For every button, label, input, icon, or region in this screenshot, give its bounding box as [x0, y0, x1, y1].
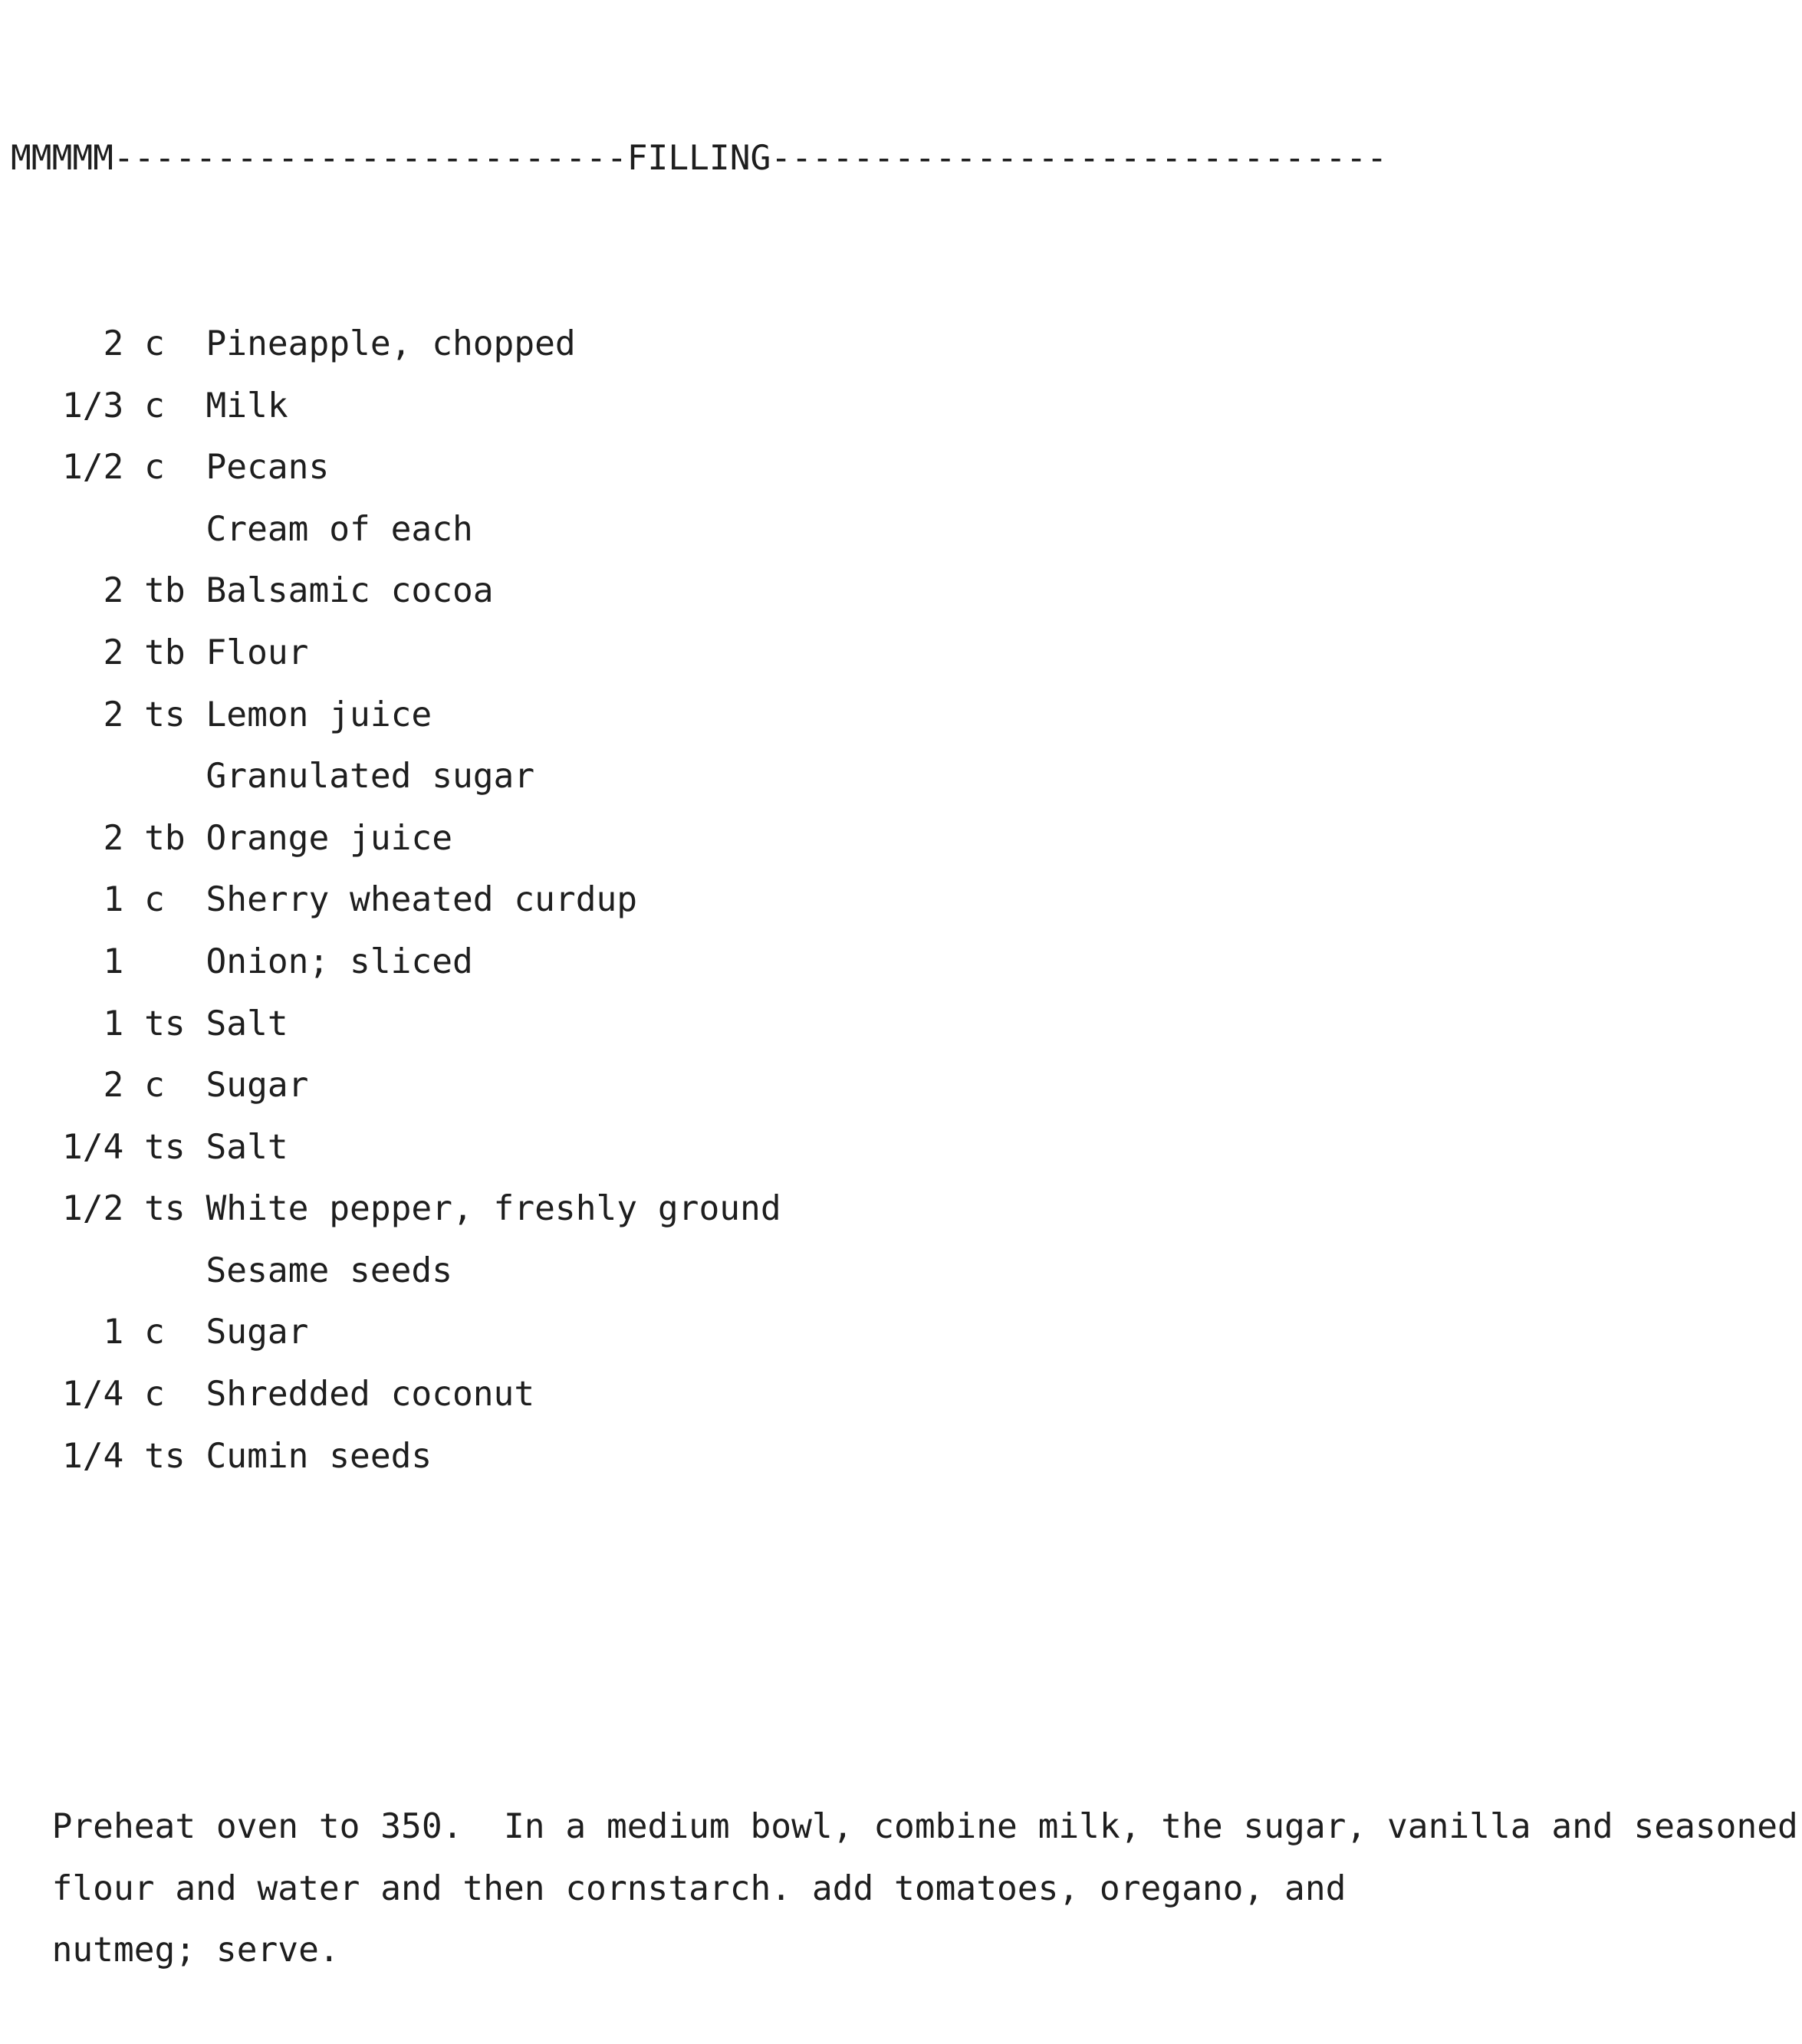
recipe-document: MMMMM-------------------------FILLING---…	[11, 5, 1798, 2044]
ingredient-name: Milk	[206, 386, 288, 426]
ingredient-quantity: 1	[103, 880, 124, 920]
ingredient-quantity: 2	[103, 571, 124, 611]
ingredient-row: 1/4 ts Salt	[11, 1117, 1790, 1179]
ingredient-row: 1/3 c Milk	[11, 376, 1790, 438]
ingredient-name: Balsamic cocoa	[206, 571, 494, 611]
ingredient-quantity: 2	[103, 324, 124, 363]
ingredient-unit: c	[144, 880, 165, 920]
ingredient-name: Pecans	[206, 448, 330, 488]
ingredient-row: 2 c Sugar	[11, 1055, 1790, 1117]
ingredient-row: 1/2 ts White pepper, freshly ground	[11, 1178, 1790, 1241]
ingredient-name: Onion; sliced	[206, 941, 473, 981]
ingredient-quantity: 1/2	[61, 1189, 124, 1229]
instruction-line: flour and water and then cornstarch. add…	[11, 1868, 1347, 1908]
ingredient-name: Sugar	[206, 1066, 309, 1106]
ingredient-row: 2 ts Lemon juice	[11, 685, 1790, 747]
ingredient-row: Cream of each	[11, 499, 1790, 561]
ingredient-name: Flour	[206, 633, 309, 672]
ingredient-unit: c	[144, 324, 165, 363]
ingredient-name: Shredded coconut	[206, 1375, 535, 1415]
ingredient-unit: tb	[144, 818, 186, 858]
ingredient-row: Sesame seeds	[11, 1241, 1790, 1303]
ingredient-name: Orange juice	[206, 818, 452, 858]
ingredient-unit: ts	[144, 1004, 186, 1043]
ingredient-quantity: 1/4	[61, 1436, 124, 1476]
ingredient-name: Salt	[206, 1004, 288, 1043]
ingredient-unit: c	[144, 1375, 165, 1415]
ingredient-name: Sesame seeds	[206, 1250, 452, 1290]
ingredient-quantity: 1/4	[61, 1127, 124, 1167]
ingredient-unit: c	[144, 1066, 165, 1106]
ingredient-name: Salt	[206, 1127, 288, 1167]
ingredient-name: Cumin seeds	[206, 1436, 432, 1476]
ingredient-quantity: 2	[103, 695, 124, 734]
ingredient-quantity: 2	[103, 633, 124, 672]
ingredient-quantity: 1	[103, 1313, 124, 1352]
ingredient-row: 1 c Sherry wheated curdup	[11, 869, 1790, 932]
ingredient-name: Granulated sugar	[206, 757, 535, 797]
ingredient-quantity: 1/4	[61, 1375, 124, 1415]
ingredient-unit: ts	[144, 1436, 186, 1476]
ingredient-quantity: 1	[103, 1004, 124, 1043]
ingredient-unit: c	[144, 386, 165, 426]
instruction-line: Preheat oven to 350. In a medium bowl, c…	[11, 1807, 1798, 1847]
ingredient-quantity: 2	[103, 818, 124, 858]
ingredient-unit: c	[144, 1313, 165, 1352]
ingredient-row: 1 c Sugar	[11, 1302, 1790, 1364]
instructions: Preheat oven to 350. In a medium bowl, c…	[11, 1796, 1798, 1982]
ingredient-row: 1/2 c Pecans	[11, 437, 1790, 499]
ingredient-quantity: 1/3	[61, 386, 124, 426]
ingredient-unit: ts	[144, 1127, 186, 1167]
ingredient-row: 2 tb Flour	[11, 623, 1790, 685]
ingredient-list: 2 c Pineapple, chopped 1/3 c Milk 1/2 c Pecans Cr…	[11, 314, 1790, 1487]
ingredient-row: 2 tb Balsamic cocoa	[11, 560, 1790, 623]
ingredient-row: 1/4 c Shredded coconut	[11, 1364, 1790, 1426]
ingredient-quantity: 2	[103, 1066, 124, 1106]
ingredient-name: Pineapple, chopped	[206, 324, 576, 363]
instruction-line: nutmeg; serve.	[11, 1931, 340, 1970]
ingredient-name: Sherry wheated curdup	[206, 880, 638, 920]
ingredient-unit: tb	[144, 633, 186, 672]
ingredient-unit: ts	[144, 1189, 186, 1229]
section-header: MMMMM-------------------------FILLING---…	[11, 139, 1388, 179]
ingredient-unit: c	[144, 448, 165, 488]
ingredient-unit: ts	[144, 695, 186, 734]
ingredient-name: Cream of each	[206, 509, 473, 549]
ingredient-quantity: 1/2	[61, 448, 124, 488]
ingredient-unit: tb	[144, 571, 186, 611]
ingredient-row: 1/4 ts Cumin seeds	[11, 1426, 1790, 1488]
ingredient-row: Granulated sugar	[11, 746, 1790, 808]
ingredient-name: Lemon juice	[206, 695, 432, 734]
ingredient-row: 1 ts Salt	[11, 994, 1790, 1056]
ingredient-name: Sugar	[206, 1313, 309, 1352]
ingredient-name: White pepper, freshly ground	[206, 1189, 781, 1229]
ingredient-row: 1 Onion; sliced	[11, 932, 1790, 994]
ingredient-row: 2 tb Orange juice	[11, 808, 1790, 870]
ingredient-row: 2 c Pineapple, chopped	[11, 314, 1790, 376]
ingredient-quantity: 1	[103, 941, 124, 981]
